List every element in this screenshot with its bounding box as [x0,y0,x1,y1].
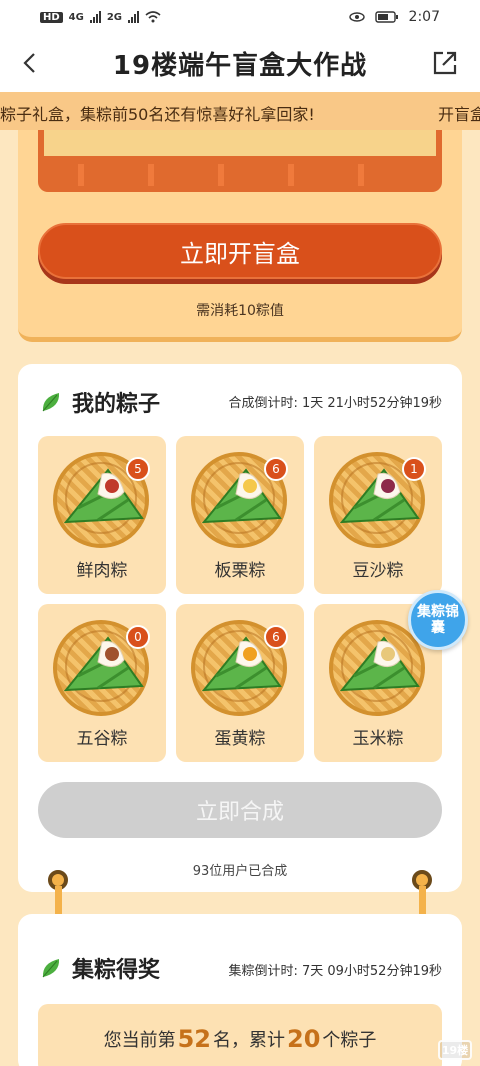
share-icon [433,51,457,75]
gift-box-image [38,130,442,192]
net2-label: 2G [106,11,123,23]
status-bar: HD 4G 2G 2:07 [0,0,480,34]
back-button[interactable] [14,48,44,78]
collect-countdown: 集粽倒计时: 7天 09小时52分钟19秒 [228,964,442,979]
hd-label: HD [40,11,63,23]
rank-prefix: 您当前第 [103,1030,176,1051]
status-left: HD 4G 2G [40,11,161,23]
total-count: 20 [287,1025,321,1053]
marquee-text-next: 开盲盒 [438,105,480,124]
chevron-left-icon [23,53,35,73]
rank-number: 52 [177,1025,211,1053]
battery-icon [374,11,398,23]
count-badge: 6 [264,625,288,649]
leaf-icon [42,959,60,978]
my-zongzi-title: 我的粽子 [72,392,161,417]
rank-summary: 您当前第 52 名，累计 20 个粽子 [38,1004,442,1066]
count-badge: 6 [264,457,288,481]
merge-count-text: 93位用户已合成 [192,864,288,879]
open-blind-box-button[interactable]: 立即开盲盒 [38,223,442,279]
zongzi-name: 板栗粽 [214,561,266,581]
section-title: 集粽得奖 [40,952,160,984]
signal-icon [89,11,101,23]
page-title: 19楼端午盲盒大作战 [112,50,368,81]
zongzi-name: 鲜肉粽 [76,561,128,581]
zongzi-name: 豆沙粽 [352,561,404,581]
prize-card: 集粽得奖 集粽倒计时: 7天 09小时52分钟19秒 您当前第 52 名，累计 … [18,914,462,1066]
leaf-icon [42,393,60,412]
status-time: 2:07 [408,9,440,25]
wifi-icon [145,11,161,23]
zongzi-name: 蛋黄粽 [214,729,266,749]
cost-text: 需消耗10粽值 [196,303,284,319]
nav-bar: 19楼端午盲盒大作战 [0,34,480,92]
marquee-text: 粽子礼盒，集粽前50名还有惊喜好礼拿回家! [0,105,315,124]
merge-countdown: 合成倒计时: 1天 21小时52分钟19秒 [228,396,442,411]
zongzi-item[interactable]: 5 鲜肉粽 [38,436,166,594]
rank-suffix: 个粽子 [322,1030,377,1051]
prize-title: 集粽得奖 [72,958,161,983]
blind-box-card: 立即开盲盒 需消耗10粽值 [18,130,462,342]
zongzi-item[interactable]: 6 板栗粽 [176,436,304,594]
zongzi-name: 五谷粽 [76,729,128,749]
signal-icon-2 [128,11,140,23]
zongzi-icon [339,636,420,692]
count-badge: 5 [126,457,150,481]
status-right: 2:07 [348,9,440,25]
net1-label: 4G [68,11,84,23]
rank-mid: 名，累计 [213,1030,285,1051]
count-badge: 0 [126,625,150,649]
section-title: 我的粽子 [40,386,160,418]
marquee-banner: 粽子礼盒，集粽前50名还有惊喜好礼拿回家! 开盲盒 [0,92,480,130]
zongzi-grid: 5 鲜肉粽 6 板栗粽 1 豆沙粽 0 五谷粽 6 蛋黄粽 玉米粽 [38,436,442,762]
zongzi-item[interactable]: 0 五谷粽 [38,604,166,762]
merge-button[interactable]: 立即合成 [38,782,442,838]
my-zongzi-card: 我的粽子 合成倒计时: 1天 21小时52分钟19秒 5 鲜肉粽 6 板栗粽 1 豆沙粽 0… [18,364,462,892]
eye-icon [348,12,365,22]
share-button[interactable] [430,48,460,78]
site-logo: 19楼 [438,1040,472,1060]
zongzi-item[interactable]: 6 蛋黄粽 [176,604,304,762]
zongzi-item[interactable]: 1 豆沙粽 [314,436,442,594]
zongzi-tips-button[interactable]: 集粽锦囊 [408,590,468,650]
zongzi-name: 玉米粽 [352,729,404,749]
count-badge: 1 [402,457,426,481]
